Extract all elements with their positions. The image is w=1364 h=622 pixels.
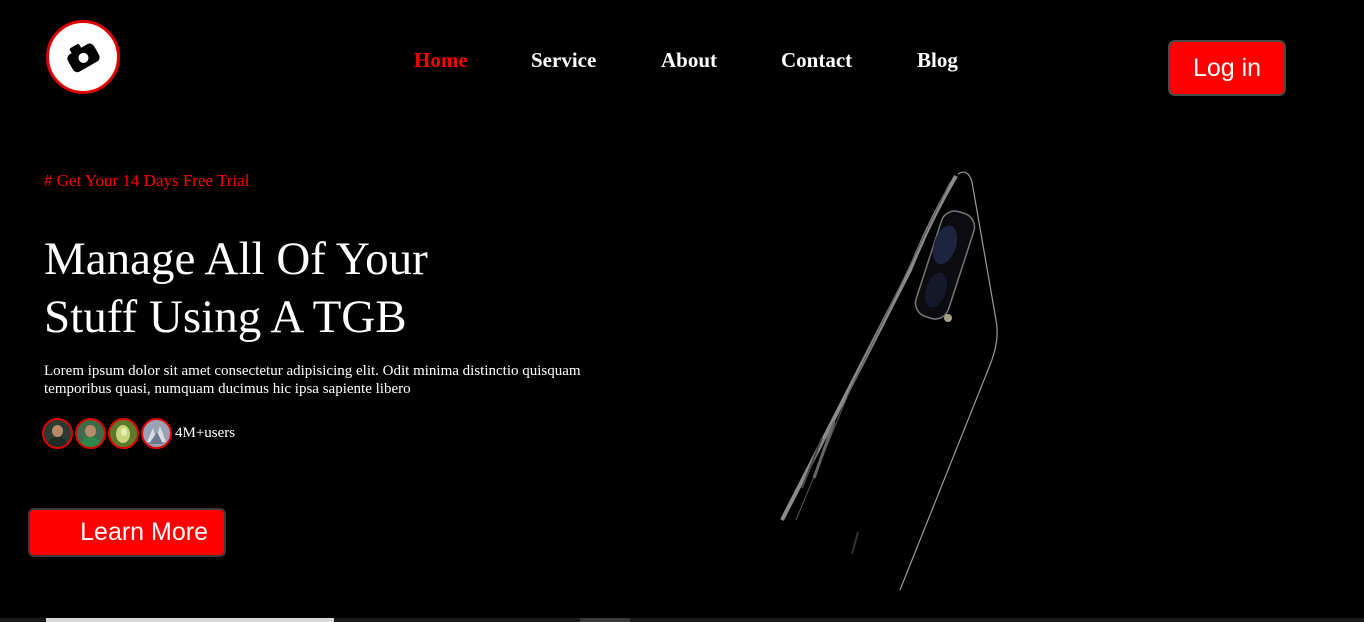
hero-headline-line2: Stuff Using A TGB (44, 291, 407, 343)
nav-about[interactable]: About (661, 48, 717, 73)
users-count: 4M+users (175, 424, 236, 441)
phone-image (780, 171, 998, 591)
learn-more-button[interactable]: Learn More (28, 508, 226, 557)
nav-service[interactable]: Service (531, 48, 596, 73)
hero-description: Lorem ipsum dolor sit amet consectetur a… (44, 362, 644, 398)
nav-home[interactable]: Home (414, 48, 468, 73)
nav-contact[interactable]: Contact (781, 48, 852, 73)
avatar (108, 417, 139, 449)
users-row: 4M+users (42, 416, 235, 450)
hero-description-line1: Lorem ipsum dolor sit amet consectetur a… (44, 363, 581, 379)
avatar (42, 417, 73, 449)
nav-blog[interactable]: Blog (917, 48, 958, 73)
avatar (141, 417, 172, 449)
login-button[interactable]: Log in (1168, 40, 1286, 96)
hero-headline-line1: Manage All Of Your (44, 233, 428, 285)
free-trial-tagline: # Get Your 14 Days Free Trial (44, 171, 250, 190)
hero-headline: Manage All Of Your Stuff Using A TGB (44, 230, 564, 346)
bottom-scroll-strip (0, 618, 1364, 622)
main-nav: Home Service About Contact Blog (0, 48, 1364, 78)
hero-description-line2: temporibus quasi, numquam ducimus hic ip… (44, 381, 411, 397)
avatar (75, 417, 106, 449)
